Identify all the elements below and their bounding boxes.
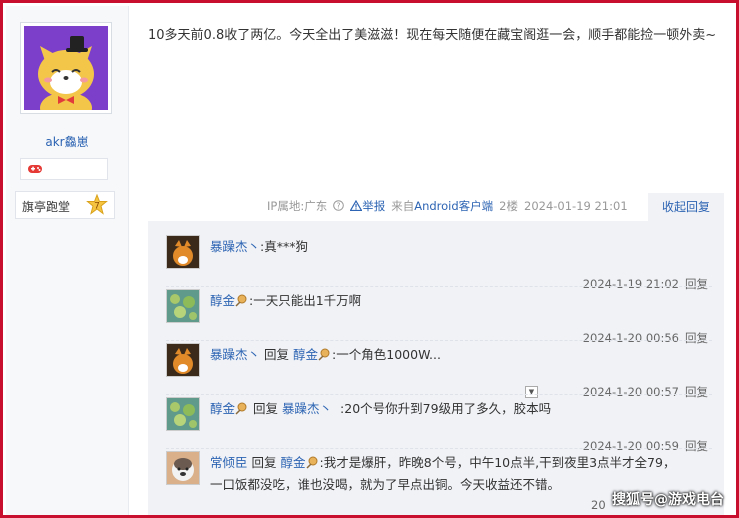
reply-avatar[interactable] [166,451,200,485]
ip-location: IP属地:广东 [267,199,328,213]
level-title: 旗亭跑堂 [22,200,71,214]
reply-avatar[interactable] [166,343,200,377]
dropdown-arrow-icon[interactable]: ▼ [525,386,538,398]
reply-button[interactable]: 回复 [685,331,708,345]
reply-list: 暴躁杰丶:真***狗 2024-1-19 21:02 回复 醇金:一天只能出1千万… [148,221,724,515]
reply-button[interactable]: 回复 [685,277,708,291]
reply-author[interactable]: 常倾臣 [210,455,248,470]
reply-target[interactable]: 醇金 [293,347,318,362]
post-meta: IP属地:广东? 举报 来自Android客户端 2楼 2024-01-19 21:01 [267,198,634,214]
reply-target[interactable]: 暴躁杰丶 [282,401,332,416]
author-sidebar: akr鱻崽 旗亭跑堂 7 [6,6,129,515]
level-number: 7 [94,202,100,212]
floor-number: 2楼 [499,199,518,213]
watermark: 搜狐号@游戏电台 [612,492,724,508]
divider [166,286,712,287]
lollipop-icon [318,344,332,366]
reply-text: 暴躁杰丶:真***狗 [210,239,308,254]
collapse-replies-button[interactable]: 收起回复 [648,193,724,221]
author-name[interactable]: akr鱻崽 [6,133,128,150]
reply-text: 醇金:一天只能出1千万啊 [210,290,710,312]
reply-button[interactable]: 回复 [685,439,708,453]
reply-author[interactable]: 醇金 [210,293,235,308]
divider [166,448,712,449]
svg-text:?: ? [337,201,341,210]
lollipop-icon [235,398,249,420]
game-controller-icon [28,165,42,173]
question-icon[interactable]: ? [333,200,345,211]
reply-button[interactable]: 回复 [685,385,708,399]
warning-icon [349,199,363,212]
member-badge[interactable] [20,158,108,180]
lollipop-icon [306,452,320,474]
divider [166,394,712,395]
reply-text: 醇金 回复 暴躁杰丶:20个号你升到79级用了多久，胶本吗 [210,398,710,420]
reply-text: 常倾臣 回复 醇金:我才是爆肝，昨晚8个号，中午10点半,干到夜里3点半才全79，一… [210,452,678,496]
author-avatar[interactable] [20,22,112,114]
reply-text: 暴躁杰丶 回复 醇金:一个角色1000W... [210,344,710,366]
client-source: 来自Android客户端 [391,199,494,213]
level-badge[interactable]: 旗亭跑堂 7 [15,191,115,219]
cat-avatar-image [24,26,108,110]
reply-target[interactable]: 醇金 [281,455,306,470]
reply-meta: 20 [591,498,606,512]
reply-avatar[interactable] [166,397,200,431]
post-time: 2024-01-19 21:01 [524,199,628,213]
reply-avatar[interactable] [166,235,200,269]
reply-author[interactable]: 暴躁杰丶 [210,239,260,254]
screenshot-frame: akr鱻崽 旗亭跑堂 7 10多天前0.8收了两亿。今天全出了美滋滋！现在每天随… [0,0,739,518]
reply-author[interactable]: 醇金 [210,401,235,416]
reply-avatar[interactable] [166,289,200,323]
divider [166,340,712,341]
post-content: 10多天前0.8收了两亿。今天全出了美滋滋！现在每天随便在藏宝阁逛一会，顺手都能… [148,28,717,43]
report-link[interactable]: 举报 [362,199,385,213]
lollipop-icon [235,290,249,312]
reply-author[interactable]: 暴躁杰丶 [210,347,260,362]
level-star-icon: 7 [86,194,108,215]
